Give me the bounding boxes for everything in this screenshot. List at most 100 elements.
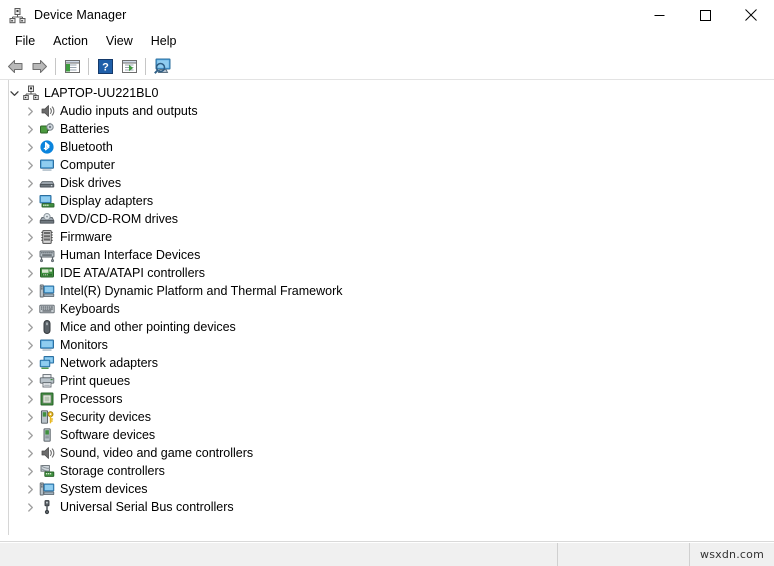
tree-item-firmware[interactable]: Firmware — [0, 228, 774, 246]
system-device-icon — [38, 283, 55, 300]
show-hide-console-tree-button[interactable] — [60, 55, 84, 77]
chevron-right-icon[interactable] — [22, 228, 38, 246]
chevron-right-icon[interactable] — [22, 318, 38, 336]
display-adapter-icon — [38, 193, 55, 210]
window-controls — [636, 0, 774, 30]
menu-action[interactable]: Action — [44, 32, 97, 52]
help-button[interactable]: ? — [93, 55, 117, 77]
tree-item-display-adapters[interactable]: Display adapters — [0, 192, 774, 210]
maximize-button[interactable] — [682, 0, 728, 30]
title-bar: Device Manager — [0, 0, 774, 30]
tree-item-label: Monitors — [60, 337, 108, 352]
menu-help[interactable]: Help — [142, 32, 186, 52]
tree-item-computer[interactable]: Computer — [0, 156, 774, 174]
chevron-right-icon[interactable] — [22, 426, 38, 444]
optical-drive-icon — [38, 211, 55, 228]
chevron-right-icon[interactable] — [22, 498, 38, 516]
chevron-right-icon[interactable] — [22, 210, 38, 228]
scan-for-hardware-changes-button[interactable] — [150, 55, 174, 77]
battery-icon — [38, 121, 55, 138]
tree-item-software-devices[interactable]: Software devices — [0, 426, 774, 444]
bluetooth-icon — [38, 139, 55, 156]
device-manager-icon — [9, 7, 26, 24]
svg-text:?: ? — [102, 61, 109, 73]
status-pane-message — [0, 543, 558, 566]
tree-item-root[interactable]: LAPTOP-UU221BL0 — [0, 84, 774, 102]
monitor-icon — [38, 157, 55, 174]
speaker-icon — [38, 445, 55, 462]
device-tree-panel[interactable]: LAPTOP-UU221BL0 Audio inputs and outputs — [0, 80, 774, 542]
tree-item-dvd-cd-rom-drives[interactable]: DVD/CD-ROM drives — [0, 210, 774, 228]
tree-item-batteries[interactable]: Batteries — [0, 120, 774, 138]
tree-item-disk-drives[interactable]: Disk drives — [0, 174, 774, 192]
back-button[interactable] — [3, 55, 27, 77]
tree-item-processors[interactable]: Processors — [0, 390, 774, 408]
chevron-right-icon[interactable] — [22, 372, 38, 390]
tree-item-human-interface-devices[interactable]: Human Interface Devices — [0, 246, 774, 264]
menu-file[interactable]: File — [6, 32, 44, 52]
hid-icon — [38, 247, 55, 264]
status-pane-watermark: wsxdn.com — [690, 543, 774, 566]
tree-item-label: Keyboards — [60, 301, 120, 316]
toolbar-separator — [88, 57, 89, 75]
tree-item-monitors[interactable]: Monitors — [0, 336, 774, 354]
tree-item-label: Bluetooth — [60, 139, 113, 154]
forward-button[interactable] — [27, 55, 51, 77]
properties-button[interactable] — [117, 55, 141, 77]
tree-item-label: Audio inputs and outputs — [60, 103, 198, 118]
system-device-icon — [38, 481, 55, 498]
tree-item-label: Firmware — [60, 229, 113, 244]
usb-icon — [38, 499, 55, 516]
properties-window-icon — [121, 59, 138, 74]
tree-item-sound-video-and-game-controllers[interactable]: Sound, video and game controllers — [0, 444, 774, 462]
chevron-right-icon[interactable] — [22, 282, 38, 300]
menu-view[interactable]: View — [97, 32, 142, 52]
keyboard-icon — [38, 301, 55, 318]
monitor-icon — [38, 337, 55, 354]
chevron-right-icon[interactable] — [22, 336, 38, 354]
tree-item-keyboards[interactable]: Keyboards — [0, 300, 774, 318]
close-button[interactable] — [728, 0, 774, 30]
tree-item-storage-controllers[interactable]: Storage controllers — [0, 462, 774, 480]
tree-item-label: Software devices — [60, 427, 156, 442]
toolbar: ? — [0, 53, 774, 80]
chevron-right-icon[interactable] — [22, 246, 38, 264]
chevron-right-icon[interactable] — [22, 444, 38, 462]
chevron-right-icon[interactable] — [22, 264, 38, 282]
chevron-down-icon[interactable] — [6, 84, 22, 102]
chevron-right-icon[interactable] — [22, 138, 38, 156]
tree-item-mice-and-other-pointing-devices[interactable]: Mice and other pointing devices — [0, 318, 774, 336]
forward-arrow-icon — [31, 59, 48, 74]
tree-item-print-queues[interactable]: Print queues — [0, 372, 774, 390]
chevron-right-icon[interactable] — [22, 300, 38, 318]
device-manager-window: Device Manager File Action View Help ? L… — [0, 0, 774, 566]
tree-item-bluetooth[interactable]: Bluetooth — [0, 138, 774, 156]
chevron-right-icon[interactable] — [22, 120, 38, 138]
device-tree: LAPTOP-UU221BL0 Audio inputs and outputs — [0, 84, 774, 516]
chevron-right-icon[interactable] — [22, 156, 38, 174]
mouse-icon — [38, 319, 55, 336]
tree-item-universal-serial-bus-controllers[interactable]: Universal Serial Bus controllers — [0, 498, 774, 516]
tree-item-security-devices[interactable]: Security devices — [0, 408, 774, 426]
chevron-right-icon[interactable] — [22, 102, 38, 120]
speaker-icon — [38, 103, 55, 120]
tree-item-system-devices[interactable]: System devices — [0, 480, 774, 498]
tree-item-audio-inputs-and-outputs[interactable]: Audio inputs and outputs — [0, 102, 774, 120]
tree-item-label: Sound, video and game controllers — [60, 445, 254, 460]
chevron-right-icon[interactable] — [22, 390, 38, 408]
tree-item-intel-dynamic-platform-and-thermal-framework[interactable]: Intel(R) Dynamic Platform and Thermal Fr… — [0, 282, 774, 300]
watermark-text: wsxdn.com — [700, 548, 764, 561]
chevron-right-icon[interactable] — [22, 354, 38, 372]
minimize-button[interactable] — [636, 0, 682, 30]
chevron-right-icon[interactable] — [22, 480, 38, 498]
tree-item-label: System devices — [60, 481, 148, 496]
chevron-right-icon[interactable] — [22, 174, 38, 192]
tree-item-network-adapters[interactable]: Network adapters — [0, 354, 774, 372]
chevron-right-icon[interactable] — [22, 408, 38, 426]
chevron-right-icon[interactable] — [22, 192, 38, 210]
network-adapter-icon — [38, 355, 55, 372]
tree-item-label: Mice and other pointing devices — [60, 319, 236, 334]
tree-item-ide-ata-atapi-controllers[interactable]: IDE ATA/ATAPI controllers — [0, 264, 774, 282]
tree-item-label: Security devices — [60, 409, 152, 424]
chevron-right-icon[interactable] — [22, 462, 38, 480]
